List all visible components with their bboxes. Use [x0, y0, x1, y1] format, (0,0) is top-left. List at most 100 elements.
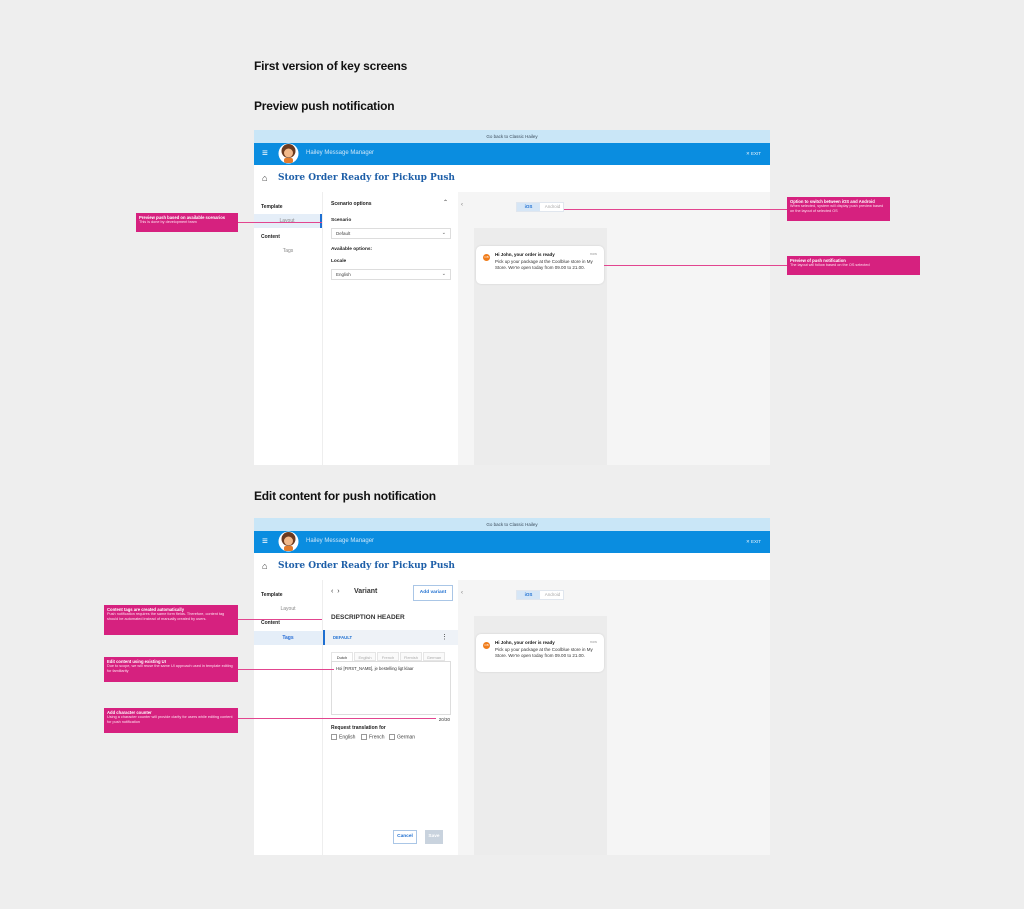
- locale-value: English: [336, 272, 351, 277]
- content-area: Template Layout Content Tags Scenario op…: [254, 192, 770, 465]
- save-button[interactable]: Save: [425, 830, 443, 844]
- checkbox-label: German: [397, 734, 416, 741]
- checkbox-german[interactable]: German: [389, 734, 415, 740]
- notification-text: Pick up your package at the Coolblue sto…: [495, 259, 593, 270]
- annotation-line: [238, 718, 436, 719]
- main-heading: First version of key screens: [254, 59, 408, 73]
- page-title: Store Order Ready for Pickup Push: [278, 561, 455, 571]
- annotation-preview-notification: Preview of push notification The layout …: [787, 256, 920, 275]
- locale-select[interactable]: English ⌄: [331, 269, 451, 280]
- annotation-content-tags: Content tags are created automatically P…: [104, 605, 238, 635]
- annotation-body: Due to scope, we will reuse the same UI …: [107, 664, 233, 673]
- annotation-switch-os: Option to switch between iOS and Android…: [787, 197, 890, 221]
- preview-screen: Go back to Classic Hailey ≡ Hailey Messa…: [254, 130, 770, 465]
- title-bar: ⌂ Store Order Ready for Pickup Push: [254, 553, 770, 580]
- checkbox-label: English: [339, 734, 356, 741]
- variant-title: Variant: [354, 588, 378, 595]
- tab-dutch[interactable]: Dutch: [331, 652, 353, 661]
- scenario-options-header: Scenario options: [331, 201, 372, 207]
- tab-english[interactable]: English: [354, 652, 376, 661]
- annotation-line: [238, 669, 334, 670]
- chevron-down-icon: ⌄: [441, 230, 446, 236]
- checkbox-english[interactable]: English: [331, 734, 355, 740]
- chevron-down-icon: ⌄: [441, 271, 446, 277]
- edit-content-screen: Go back to Classic Hailey ≡ Hailey Messa…: [254, 518, 770, 855]
- notification-time: now: [590, 252, 597, 256]
- android-toggle-button[interactable]: Android: [541, 591, 564, 599]
- kebab-menu-icon[interactable]: ⋮: [441, 633, 448, 641]
- annotation-line: [564, 209, 787, 210]
- edit-section-heading: Edit content for push notification: [254, 489, 436, 503]
- app-logo-icon: CB: [483, 254, 490, 261]
- annotation-line: [604, 265, 787, 266]
- checkbox-label: French: [369, 734, 385, 741]
- avatar: [278, 143, 299, 164]
- notification-title: Hi John, your order is ready: [495, 640, 555, 645]
- cancel-button[interactable]: Cancel: [393, 830, 417, 844]
- collapse-panel-icon[interactable]: ‹: [458, 202, 466, 212]
- hamburger-menu-icon[interactable]: ≡: [262, 536, 268, 548]
- variant-prev-next-icon[interactable]: ‹ ›: [331, 588, 340, 595]
- app-title: Hailey Message Manager: [306, 150, 375, 156]
- annotation-line: [238, 619, 322, 620]
- annotation-edit-content: Edit content using existing UI Due to sc…: [104, 657, 238, 682]
- character-counter: 20/30: [438, 717, 450, 722]
- preview-section-heading: Preview push notification: [254, 99, 395, 113]
- app-logo-icon: CB: [483, 642, 490, 649]
- top-app-bar: ≡ Hailey Message Manager ✕ EXIT: [254, 143, 770, 165]
- scenario-label: Scenario: [331, 218, 352, 223]
- ios-toggle-button[interactable]: iOS: [517, 203, 540, 211]
- top-app-bar: ≡ Hailey Message Manager ✕ EXIT: [254, 531, 770, 553]
- add-variant-button[interactable]: Add variant: [413, 585, 453, 601]
- request-translation-label: Request translation for: [331, 725, 386, 731]
- classic-banner[interactable]: Go back to Classic Hailey: [254, 130, 770, 143]
- notification-title: Hi John, your order is ready: [495, 252, 555, 257]
- nav-heading-template: Template: [261, 592, 283, 598]
- notification-time: now: [590, 640, 597, 644]
- app-title: Hailey Message Manager: [306, 538, 375, 544]
- push-notification-preview: CB Hi John, your order is ready now Pick…: [476, 246, 604, 284]
- hamburger-menu-icon[interactable]: ≡: [262, 148, 268, 160]
- chevron-up-icon[interactable]: ⌃: [443, 199, 448, 206]
- annotation-body: Using a character counter will provide c…: [107, 715, 233, 724]
- nav-item-layout[interactable]: Layout: [254, 214, 322, 228]
- classic-banner[interactable]: Go back to Classic Hailey: [254, 518, 770, 531]
- annotation-body: This is done by development team: [139, 220, 197, 224]
- tab-flemish[interactable]: Flemish: [400, 652, 422, 661]
- android-toggle-button[interactable]: Android: [541, 203, 564, 211]
- page-title: Store Order Ready for Pickup Push: [278, 173, 455, 183]
- nav-heading-content: Content: [261, 234, 280, 240]
- annotation-preview-push: Preview push based on available scenario…: [136, 213, 238, 232]
- ios-toggle-button[interactable]: iOS: [517, 591, 540, 599]
- scenario-value: Default: [336, 231, 351, 236]
- scenario-select[interactable]: Default ⌄: [331, 228, 451, 239]
- notification-text: Pick up your package at the Coolblue sto…: [495, 647, 593, 658]
- collapse-panel-icon[interactable]: ‹: [458, 590, 466, 600]
- push-notification-preview: CB Hi John, your order is ready now Pick…: [476, 634, 604, 672]
- default-variant-row[interactable]: DEFAULT ⋮: [323, 630, 458, 645]
- os-toggle: iOS Android: [516, 590, 564, 600]
- nav-item-tags[interactable]: Tags: [254, 244, 322, 258]
- nav-heading-content: Content: [261, 620, 280, 626]
- annotation-body: Push notification requires the same form…: [107, 612, 225, 621]
- annotation-char-counter: Add character counter Using a character …: [104, 708, 238, 733]
- tab-french[interactable]: French: [377, 652, 399, 661]
- avatar: [278, 531, 299, 552]
- home-icon[interactable]: ⌂: [262, 561, 267, 571]
- exit-button[interactable]: ✕ EXIT: [746, 539, 761, 545]
- nav-heading-template: Template: [261, 204, 283, 210]
- annotation-body: The layout will follow based on the OS s…: [790, 263, 870, 267]
- exit-button[interactable]: ✕ EXIT: [746, 151, 761, 157]
- nav-item-tags[interactable]: Tags: [254, 631, 322, 645]
- home-icon[interactable]: ⌂: [262, 173, 267, 183]
- description-header: DESCRIPTION HEADER: [331, 614, 405, 621]
- checkbox-french[interactable]: French: [361, 734, 385, 740]
- title-bar: ⌂ Store Order Ready for Pickup Push: [254, 165, 770, 192]
- content-editor[interactable]: Hoi [FIRST_NAME], je bestelling ligt kla…: [331, 661, 451, 715]
- annotation-line: [238, 222, 322, 223]
- tab-german[interactable]: German: [423, 652, 445, 661]
- available-options-label: Available options:: [331, 247, 373, 252]
- locale-label: Locale: [331, 259, 347, 264]
- nav-item-layout[interactable]: Layout: [254, 602, 322, 616]
- left-nav: Template Layout Content Tags: [254, 192, 322, 465]
